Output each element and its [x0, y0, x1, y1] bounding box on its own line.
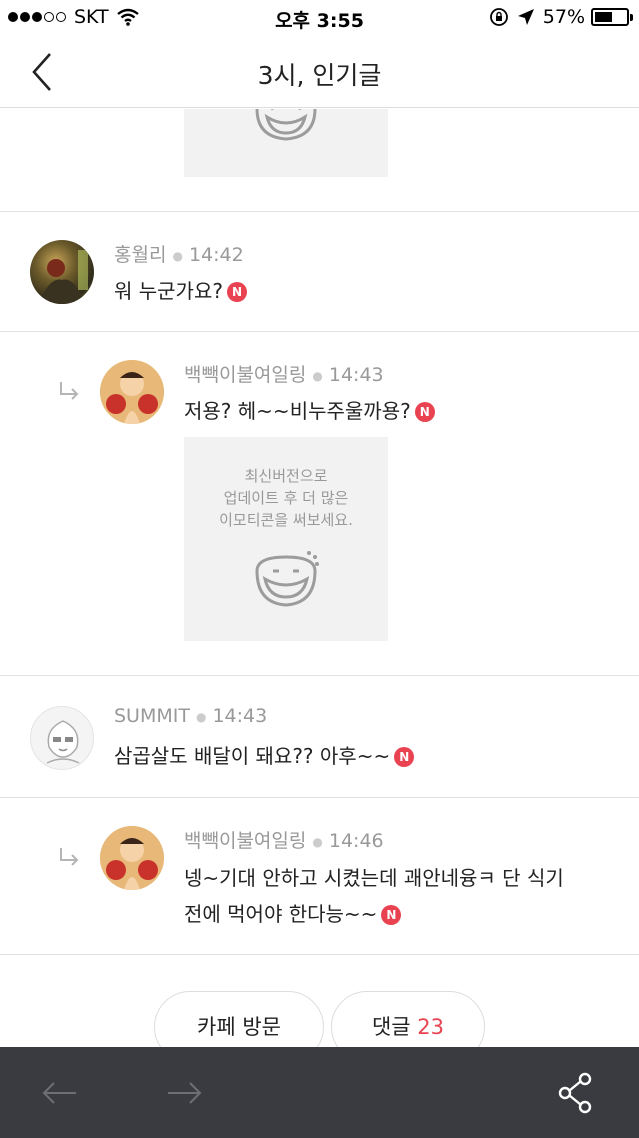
comment-list[interactable]: 홍월리 ● 14:42 워 누군가요? N 백빽이불여일링 ● 14:43 저용?: [0, 109, 639, 1047]
comment-text: 워 누군가요? N: [114, 273, 247, 309]
comment-time: 14:43: [212, 705, 268, 727]
new-badge-icon: N: [381, 905, 402, 925]
page-title: 3시, 인기글: [257, 61, 382, 90]
battery-level: [595, 12, 612, 22]
reply-arrow-icon: [60, 382, 79, 400]
bottom-toolbar: [0, 1047, 639, 1138]
avatar[interactable]: [100, 826, 164, 890]
comment-item: 백빽이불여일링 ● 14:46 넹~기대 안하고 시켰는데 괘안네융ㅋ 단 식기 전…: [0, 798, 639, 954]
battery-icon: [591, 8, 633, 26]
avatar[interactable]: [30, 706, 94, 770]
comment-text-content: 전에 먹어야 한다능~~: [184, 902, 378, 926]
comment-text-line-wrap: 전에 먹어야 한다능~~ N: [184, 896, 614, 932]
next-button[interactable]: [162, 1071, 206, 1115]
comment-time: 14:43: [328, 364, 384, 386]
comment-item: SUMMIT ● 14:43 삼곱살도 배달이 돼요?? 아후~~ N: [0, 676, 639, 797]
avatar[interactable]: [30, 240, 94, 304]
comment-text-content: 워 누군가요?: [114, 279, 223, 303]
emoticon-update-message: 최신버전으로 업데이트 후 더 많은 이모티콘을 써보세요.: [184, 465, 388, 531]
comment-text-content: 저용? 헤~~비누주울까용?: [184, 399, 411, 423]
visit-cafe-label: 카페 방문: [197, 1015, 281, 1039]
new-badge-icon: N: [414, 402, 435, 422]
prev-arrow-icon: [42, 1082, 76, 1104]
comment-text: 삼곱살도 배달이 돼요?? 아후~~ N: [114, 738, 415, 774]
comment-time: 14:46: [328, 830, 384, 852]
next-arrow-icon: [168, 1082, 202, 1104]
nav-bar: 3시, 인기글: [0, 36, 639, 108]
emoticon-face-icon: [255, 109, 317, 141]
reply-arrow-icon: [60, 848, 79, 866]
comment-author[interactable]: 백빽이불여일링: [184, 830, 306, 852]
comments-label: 댓글: [371, 1015, 411, 1039]
comment-item: 백빽이불여일링 ● 14:43 저용? 헤~~비누주울까용? N 최신버전으로 업데이…: [0, 332, 639, 675]
status-bar: SKT 오후 3:55 57%: [0, 0, 639, 36]
comment-text: 넹~기대 안하고 시켰는데 괘안네융ㅋ 단 식기 전에 먹어야 한다능~~ N: [184, 860, 614, 932]
avatar[interactable]: [100, 360, 164, 424]
comment-text-content: 삼곱살도 배달이 돼요?? 아후~~: [114, 744, 391, 768]
comment-author[interactable]: SUMMIT: [114, 705, 190, 727]
comment-author[interactable]: 백빽이불여일링: [184, 364, 306, 386]
emoticon-line: 업데이트 후 더 많은: [223, 489, 349, 507]
prev-button[interactable]: [38, 1071, 82, 1115]
comment-text-line: 넹~기대 안하고 시켰는데 괘안네융ㅋ 단 식기: [184, 866, 564, 890]
share-button[interactable]: [555, 1071, 599, 1115]
emoticon-line: 최신버전으로: [244, 467, 328, 485]
status-right: 57%: [489, 6, 633, 28]
emoticon-line: 이모티콘을 써보세요.: [219, 511, 353, 529]
divider: [0, 954, 639, 955]
location-arrow-icon: [517, 9, 534, 25]
new-badge-icon: N: [394, 747, 415, 767]
emoticon-face-icon: [255, 551, 319, 607]
comment-item: 홍월리 ● 14:42 워 누군가요? N: [0, 212, 639, 331]
share-icon: [558, 1072, 592, 1114]
comment-meta: SUMMIT ● 14:43: [114, 705, 268, 727]
emoticon-placeholder: [184, 109, 388, 177]
comments-count: 23: [417, 1015, 445, 1039]
comment-text: 저용? 헤~~비누주울까용? N: [184, 393, 435, 429]
battery-percent: 57%: [542, 6, 585, 28]
comment-meta: 백빽이불여일링 ● 14:46: [184, 830, 384, 852]
new-badge-icon: N: [226, 282, 247, 302]
rotation-lock-icon: [489, 8, 508, 26]
comments-button[interactable]: 댓글 23: [331, 991, 485, 1047]
emoticon-placeholder: 최신버전으로 업데이트 후 더 많은 이모티콘을 써보세요.: [184, 437, 388, 641]
comment-meta: 백빽이불여일링 ● 14:43: [184, 364, 384, 386]
comment-author[interactable]: 홍월리: [114, 244, 166, 266]
comment-meta: 홍월리 ● 14:42: [114, 244, 244, 266]
visit-cafe-button[interactable]: 카페 방문: [154, 991, 324, 1047]
comment-time: 14:42: [188, 244, 244, 266]
